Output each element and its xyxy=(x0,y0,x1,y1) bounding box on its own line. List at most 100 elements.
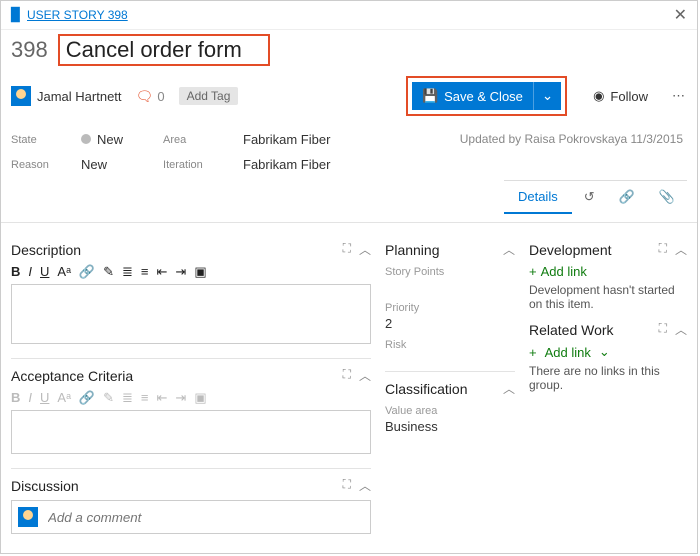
description-editor[interactable] xyxy=(11,284,371,344)
updated-by-text: Updated by Raisa Pokrovskaya 11/3/2015 xyxy=(460,132,687,172)
assignee-field[interactable]: Jamal Hartnett xyxy=(11,86,122,106)
history-icon: ↺ xyxy=(584,189,595,204)
chevron-down-icon: ⌄ xyxy=(542,88,553,103)
collapse-icon[interactable]: ︿ xyxy=(675,321,687,338)
breadcrumb-link[interactable]: USER STORY 398 xyxy=(27,8,128,22)
iteration-value[interactable]: Fabrikam Fiber xyxy=(243,157,330,172)
planning-heading: Planning xyxy=(385,242,440,258)
value-area-value[interactable]: Business xyxy=(385,419,515,434)
remove-format-button[interactable]: ✎ xyxy=(103,390,114,406)
tab-links[interactable]: 🔗 xyxy=(607,181,647,214)
font-button[interactable]: Aᵃ xyxy=(57,390,71,406)
area-label: Area xyxy=(163,134,223,146)
work-item-id: 398 xyxy=(11,37,48,63)
save-dropdown-button[interactable]: ⌄ xyxy=(533,82,561,110)
comment-count[interactable]: 🗨 0 xyxy=(136,88,165,105)
collapse-icon[interactable]: ︿ xyxy=(359,367,371,384)
expand-icon[interactable]: ⛶ xyxy=(343,241,351,258)
bullet-list-button[interactable]: ≣ xyxy=(122,390,133,406)
description-heading: Description xyxy=(11,242,81,258)
priority-value[interactable]: 2 xyxy=(385,316,515,331)
area-value[interactable]: Fabrikam Fiber xyxy=(243,132,330,147)
remove-format-button[interactable]: ✎ xyxy=(103,264,114,280)
comment-number: 0 xyxy=(157,89,164,104)
expand-icon[interactable]: ⛶ xyxy=(659,241,667,258)
italic-button[interactable]: I xyxy=(28,390,32,406)
follow-icon: ◉ xyxy=(593,88,604,104)
bold-button[interactable]: B xyxy=(11,390,20,406)
font-button[interactable]: Aᵃ xyxy=(57,264,71,280)
avatar xyxy=(11,86,31,106)
development-heading: Development xyxy=(529,242,612,258)
discussion-input[interactable] xyxy=(46,509,364,526)
indent-button[interactable]: ⇥ xyxy=(175,390,186,406)
priority-label: Priority xyxy=(385,302,515,314)
related-note: There are no links in this group. xyxy=(529,364,687,392)
expand-icon[interactable]: ⛶ xyxy=(659,321,667,338)
collapse-icon[interactable]: ︿ xyxy=(503,241,515,258)
acceptance-heading: Acceptance Criteria xyxy=(11,368,133,384)
link-button[interactable]: 🔗 xyxy=(79,264,95,280)
collapse-icon[interactable]: ︿ xyxy=(503,380,515,397)
plus-icon: + xyxy=(529,345,537,360)
save-highlight: 💾 Save & Close ⌄ xyxy=(406,76,567,116)
description-toolbar: B I U Aᵃ 🔗 ✎ ≣ ≡ ⇤ ⇥ ▣ xyxy=(11,264,371,280)
chevron-down-icon: ⌄ xyxy=(599,344,610,360)
close-icon[interactable]: ✕ xyxy=(674,5,687,25)
discussion-input-wrap xyxy=(11,500,371,534)
related-add-link[interactable]: + Add link ⌄ xyxy=(529,344,687,360)
collapse-icon[interactable]: ︿ xyxy=(359,241,371,258)
story-points-label: Story Points xyxy=(385,266,515,278)
expand-icon[interactable]: ⛶ xyxy=(343,477,351,494)
bold-button[interactable]: B xyxy=(11,264,20,280)
collapse-icon[interactable]: ︿ xyxy=(675,241,687,258)
save-and-close-button[interactable]: 💾 Save & Close xyxy=(412,82,533,110)
acceptance-toolbar: B I U Aᵃ 🔗 ✎ ≣ ≡ ⇤ ⇥ ▣ xyxy=(11,390,371,406)
iteration-label: Iteration xyxy=(163,159,223,171)
follow-label: Follow xyxy=(610,89,648,104)
link-icon: 🔗 xyxy=(619,189,635,204)
state-value[interactable]: New xyxy=(81,132,123,147)
risk-label: Risk xyxy=(385,339,515,351)
image-button[interactable]: ▣ xyxy=(194,390,206,406)
bullet-list-button[interactable]: ≣ xyxy=(122,264,133,280)
number-list-button[interactable]: ≡ xyxy=(141,390,149,406)
expand-icon[interactable]: ⛶ xyxy=(343,367,351,384)
underline-button[interactable]: U xyxy=(40,264,49,280)
development-add-link[interactable]: + Add link xyxy=(529,264,687,279)
title-highlight xyxy=(58,34,270,66)
classification-heading: Classification xyxy=(385,381,467,397)
more-actions-button[interactable]: ⋯ xyxy=(672,88,687,104)
comment-icon: 🗨 xyxy=(136,88,154,105)
reason-value[interactable]: New xyxy=(81,157,107,172)
attachment-icon: 📎 xyxy=(659,189,675,204)
assignee-name: Jamal Hartnett xyxy=(37,89,122,104)
reason-label: Reason xyxy=(11,159,61,171)
avatar xyxy=(18,507,38,527)
outdent-button[interactable]: ⇤ xyxy=(157,390,168,406)
tab-details[interactable]: Details xyxy=(504,181,572,214)
link-button[interactable]: 🔗 xyxy=(79,390,95,406)
related-work-heading: Related Work xyxy=(529,322,614,338)
outdent-button[interactable]: ⇤ xyxy=(157,264,168,280)
collapse-icon[interactable]: ︿ xyxy=(359,477,371,494)
image-button[interactable]: ▣ xyxy=(194,264,206,280)
underline-button[interactable]: U xyxy=(40,390,49,406)
add-tag-button[interactable]: Add Tag xyxy=(179,87,239,105)
work-item-type-icon: ▉ xyxy=(11,7,21,23)
acceptance-editor[interactable] xyxy=(11,410,371,454)
state-label: State xyxy=(11,134,61,146)
development-note: Development hasn't started on this item. xyxy=(529,283,687,311)
tab-history[interactable]: ↺ xyxy=(572,181,607,214)
number-list-button[interactable]: ≡ xyxy=(141,264,149,280)
save-icon: 💾 xyxy=(422,88,438,104)
italic-button[interactable]: I xyxy=(28,264,32,280)
state-dot-icon xyxy=(81,134,91,144)
tab-attachments[interactable]: 📎 xyxy=(647,181,687,214)
title-input[interactable] xyxy=(64,36,264,64)
value-area-label: Value area xyxy=(385,405,515,417)
follow-button[interactable]: ◉ Follow xyxy=(593,88,648,104)
indent-button[interactable]: ⇥ xyxy=(175,264,186,280)
save-label: Save & Close xyxy=(444,89,523,104)
discussion-heading: Discussion xyxy=(11,478,79,494)
